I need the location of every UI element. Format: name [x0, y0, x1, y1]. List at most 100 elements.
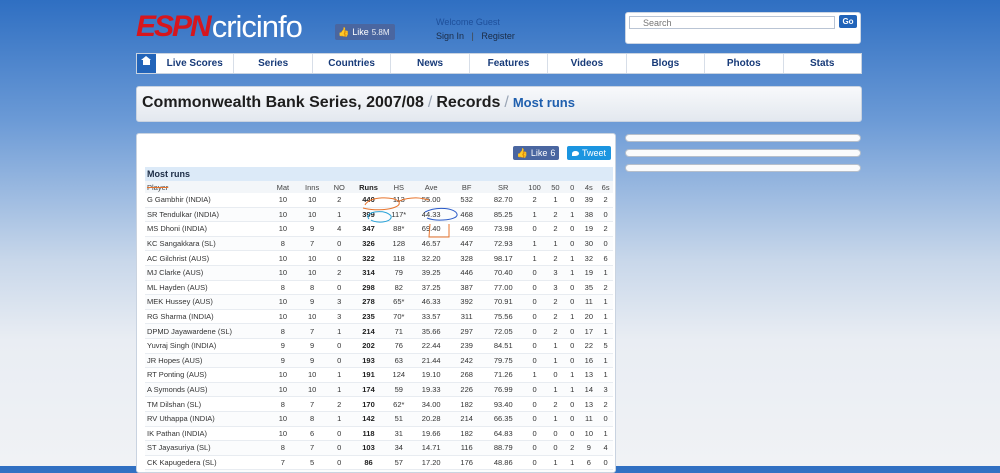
cell-6s: 6 — [598, 250, 613, 266]
cell-hs: 62* — [385, 396, 413, 412]
cell-100s: 0 — [523, 323, 547, 339]
cell-player[interactable]: RG Sharma (INDIA) — [145, 309, 269, 325]
cell-inns: 10 — [297, 207, 327, 223]
column-header-inns[interactable]: Inns — [297, 181, 327, 193]
cell-runs: 440 — [351, 193, 386, 208]
cell-50s: 2 — [546, 309, 565, 325]
column-header-runs[interactable]: Runs — [351, 181, 386, 193]
cell-no: 3 — [326, 309, 352, 325]
column-header-ave[interactable]: Ave — [412, 181, 450, 193]
cell-no: 0 — [326, 236, 352, 252]
cell-player[interactable]: KC Sangakkara (SL) — [145, 236, 269, 252]
nav-item-photos[interactable]: Photos — [704, 54, 782, 73]
cell-4s: 38 — [579, 207, 599, 223]
cell-no: 2 — [326, 265, 352, 281]
cell-inns: 7 — [297, 236, 327, 252]
facebook-like-small-button[interactable]: 👍 Like 6 — [513, 146, 559, 160]
cell-player[interactable]: ML Hayden (AUS) — [145, 280, 269, 296]
cell-player[interactable]: CK Kapugedera (SL) — [145, 455, 269, 471]
cell-player[interactable]: SR Tendulkar (INDIA) — [145, 207, 269, 223]
cell-ducks: 1 — [564, 382, 580, 398]
espncricinfo-logo[interactable]: ESPN cricinfo — [136, 9, 303, 44]
cell-runs: 174 — [351, 382, 386, 398]
column-header-hs[interactable]: HS — [385, 181, 413, 193]
cell-4s: 9 — [579, 440, 599, 456]
cell-player[interactable]: A Symonds (AUS) — [145, 382, 269, 398]
cell-ducks: 2 — [564, 440, 580, 456]
cell-player[interactable]: RV Uthappa (INDIA) — [145, 411, 269, 427]
nav-item-news[interactable]: News — [390, 54, 468, 73]
cell-player[interactable]: MJ Clarke (AUS) — [145, 265, 269, 281]
nav-item-videos[interactable]: Videos — [547, 54, 625, 73]
tweet-button[interactable]: Tweet — [567, 146, 611, 160]
cell-hs: 118 — [385, 250, 413, 266]
page-title: Commonwealth Bank Series, 2007/08/Record… — [142, 94, 575, 112]
cell-inns: 6 — [297, 426, 327, 442]
cell-mat: 10 — [268, 221, 298, 237]
breadcrumb-series[interactable]: Commonwealth Bank Series, 2007/08 — [142, 94, 424, 111]
cell-runs: 399 — [351, 207, 386, 223]
logo-espn-text: ESPN — [136, 10, 212, 43]
column-header-mat[interactable]: Mat — [268, 181, 298, 193]
table-row: KC Sangakkara (SL) 8 7 0 326 128 46.57 447 72.93… — [145, 236, 613, 252]
cell-4s: 17 — [579, 323, 599, 339]
nav-item-countries[interactable]: Countries — [311, 54, 390, 73]
cell-player[interactable]: MEK Hussey (AUS) — [145, 294, 269, 310]
column-header-sr[interactable]: SR — [483, 181, 524, 193]
cell-bf: 242 — [449, 353, 484, 369]
cell-4s: 6 — [579, 455, 599, 471]
column-header-player[interactable]: Player — [145, 181, 269, 193]
cell-hs: 65* — [385, 294, 413, 310]
column-header-100[interactable]: 100 — [523, 181, 547, 193]
nav-item-blogs[interactable]: Blogs — [625, 54, 704, 73]
table-row: IK Pathan (INDIA) 10 6 0 118 31 19.66 182 64.83 0… — [145, 426, 613, 442]
cell-player[interactable]: TM Dilshan (SL) — [145, 396, 269, 412]
cell-inns: 7 — [297, 440, 327, 456]
column-header-no[interactable]: NO — [326, 181, 352, 193]
cell-player[interactable]: AC Gilchrist (AUS) — [145, 250, 269, 266]
cell-hs: 79 — [385, 265, 413, 281]
cell-player[interactable]: DPMD Jayawardene (SL) — [145, 323, 269, 339]
register-link[interactable]: Register — [481, 31, 515, 41]
search-box: Go — [625, 12, 861, 44]
column-header-0[interactable]: 0 — [564, 181, 580, 193]
cell-50s: 1 — [546, 382, 565, 398]
cell-player[interactable]: MS Dhoni (INDIA) — [145, 221, 269, 237]
cell-bf: 116 — [449, 440, 484, 456]
cell-player[interactable]: Yuvraj Singh (INDIA) — [145, 338, 269, 354]
cell-player[interactable]: ST Jayasuriya (SL) — [145, 440, 269, 456]
go-button[interactable]: Go — [839, 15, 857, 28]
table-row: TM Dilshan (SL) 8 7 2 170 62* 34.00 182 93.40 0 2 0… — [145, 396, 613, 412]
cell-no: 0 — [326, 250, 352, 266]
nav-item-stats[interactable]: Stats — [782, 54, 861, 73]
cell-player[interactable]: RT Ponting (AUS) — [145, 367, 269, 383]
nav-item-series[interactable]: Series — [233, 54, 311, 73]
sign-in-link[interactable]: Sign In — [436, 31, 464, 41]
column-header-bf[interactable]: BF — [449, 181, 484, 193]
breadcrumb-records[interactable]: Records — [436, 94, 500, 111]
nav-item-live-scores[interactable]: Live Scores — [156, 54, 233, 73]
main-nav: Live Scores Series Countries News Featur… — [136, 53, 862, 74]
cell-ave: 46.33 — [412, 294, 450, 310]
nav-item-features[interactable]: Features — [468, 54, 547, 73]
cell-ave: 20.28 — [412, 411, 450, 427]
cell-bf: 239 — [449, 338, 484, 354]
cell-no: 0 — [326, 455, 352, 471]
sidebar-bar-2 — [625, 149, 861, 157]
search-input[interactable] — [629, 16, 835, 29]
cell-inns: 10 — [297, 367, 327, 383]
column-header-50[interactable]: 50 — [546, 181, 565, 193]
facebook-like-button[interactable]: 👍 Like 5.8M — [335, 24, 395, 40]
page-title-bar: Commonwealth Bank Series, 2007/08/Record… — [136, 86, 862, 122]
cell-hs: 71 — [385, 323, 413, 339]
column-header-6s[interactable]: 6s — [598, 181, 613, 193]
cell-ducks: 0 — [564, 396, 580, 412]
cell-player[interactable]: JR Hopes (AUS) — [145, 353, 269, 369]
column-header-4s[interactable]: 4s — [579, 181, 599, 193]
cell-50s: 2 — [546, 250, 565, 266]
table-row: Yuvraj Singh (INDIA) 9 9 0 202 76 22.44 239 84.5… — [145, 338, 613, 354]
cell-player[interactable]: IK Pathan (INDIA) — [145, 426, 269, 442]
cell-runs: 103 — [351, 440, 386, 456]
home-button[interactable] — [137, 54, 156, 73]
cell-player[interactable]: G Gambhir (INDIA) — [145, 193, 269, 208]
